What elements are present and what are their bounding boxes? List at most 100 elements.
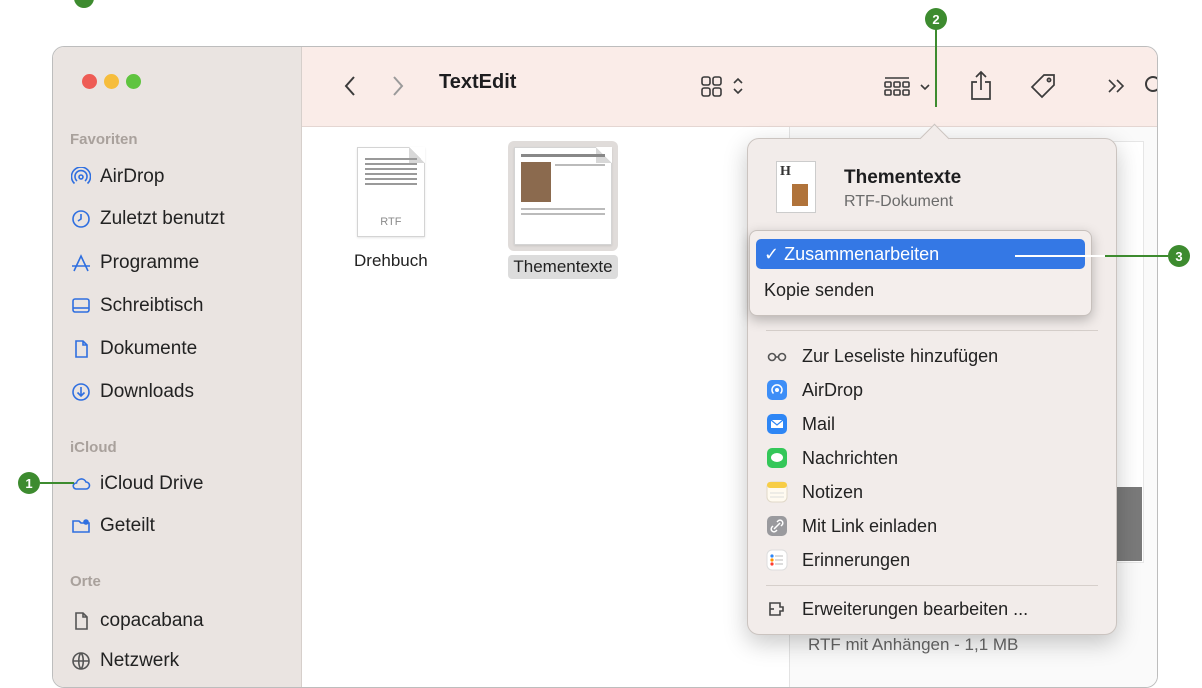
sidebar-item-label: Programme <box>100 252 200 273</box>
sidebar-item-label: Zuletzt benutzt <box>100 208 225 229</box>
menu-item-notizen[interactable]: Notizen <box>766 477 863 507</box>
menu-item-erweiterungen[interactable]: Erweiterungen bearbeiten ... <box>766 594 1028 624</box>
globe-icon <box>71 651 91 671</box>
menu-item-label: Erinnerungen <box>802 549 911 570</box>
shared-folder-icon <box>71 516 91 536</box>
reminders-icon <box>766 549 788 571</box>
caption-badge <box>74 0 94 9</box>
thumb-photo <box>521 162 551 202</box>
menu-item-mail[interactable]: Mail <box>766 409 835 439</box>
thumb-line <box>555 164 605 166</box>
sidebar-item-airdrop[interactable]: AirDrop <box>71 163 164 191</box>
document-icon <box>71 611 91 631</box>
toolbar: TextEdit <box>302 47 1157 127</box>
file-type-label: RTF <box>380 216 402 228</box>
menu-item-mit-link-einladen[interactable]: Mit Link einladen <box>766 511 937 541</box>
zoom-window-button[interactable] <box>126 74 141 89</box>
rtf-document-icon: RTF <box>356 147 425 237</box>
sidebar-item-label: AirDrop <box>100 166 165 187</box>
menu-item-leseliste[interactable]: Zur Leseliste hinzufügen <box>766 341 998 371</box>
sidebar-item-netzwerk[interactable]: Netzwerk <box>71 647 179 675</box>
mail-icon <box>766 413 788 435</box>
sidebar: Favoriten AirDrop Zuletzt benutzt Progra… <box>53 47 302 687</box>
reading-list-icon <box>766 345 788 367</box>
tag-icon <box>1030 74 1055 99</box>
menu-item-label: Notizen <box>802 481 864 502</box>
callout-line-2 <box>935 29 937 107</box>
shared-document-thumbnail: H <box>776 161 816 213</box>
sidebar-item-label: Schreibtisch <box>100 295 204 316</box>
file-thementexte[interactable]: Thementexte <box>508 141 618 279</box>
sidebar-section-favoriten: Favoriten <box>70 131 138 148</box>
menu-item-label: Zur Leseliste hinzufügen <box>802 345 999 366</box>
link-icon <box>766 515 788 537</box>
back-button[interactable] <box>338 71 362 101</box>
share-doc-type: RTF-Dokument <box>844 193 954 210</box>
share-menu: H Thementexte RTF-Dokument Zur Leseliste… <box>747 138 1117 635</box>
sidebar-item-label: copacabana <box>100 610 204 631</box>
sidebar-item-dokumente[interactable]: Dokumente <box>71 335 197 363</box>
sidebar-item-programme[interactable]: Programme <box>71 249 199 277</box>
airdrop-icon <box>766 379 788 401</box>
rtf-document-thumbnail-icon <box>514 147 612 245</box>
sidebar-section-icloud: iCloud <box>70 439 117 456</box>
callout-line-3-inner <box>1015 255 1105 257</box>
sidebar-item-copacabana[interactable]: copacabana <box>71 607 204 635</box>
menu-item-airdrop[interactable]: AirDrop <box>766 375 863 405</box>
extensions-icon <box>766 598 788 620</box>
menu-item-nachrichten[interactable]: Nachrichten <box>766 443 898 473</box>
menu-item-label: Mit Link einladen <box>802 515 938 536</box>
menu-separator <box>766 585 1098 586</box>
doc-lines <box>364 158 417 188</box>
sidebar-item-geteilt[interactable]: Geteilt <box>71 512 155 540</box>
share-doc-title: Thementexte <box>844 167 962 188</box>
menu-item-label: Mail <box>802 413 836 434</box>
double-chevron-icon <box>1108 79 1125 93</box>
group-by-button[interactable] <box>882 73 938 99</box>
download-icon <box>71 382 91 402</box>
sidebar-item-label: Geteilt <box>100 515 155 536</box>
menu-separator <box>766 330 1098 331</box>
submenu-item-zusammenarbeiten[interactable]: ✓ Zusammenarbeiten <box>756 239 1085 269</box>
more-toolbar-button[interactable] <box>1104 73 1130 99</box>
share-mode-submenu: ✓ Zusammenarbeiten Kopie senden <box>749 230 1092 316</box>
airdrop-icon <box>71 167 91 187</box>
thumb-picture <box>792 184 808 206</box>
sidebar-item-label: Downloads <box>100 381 194 402</box>
grid-view-icon <box>701 76 743 97</box>
view-mode-button[interactable] <box>698 73 752 99</box>
sidebar-item-zuletzt-benutzt[interactable]: Zuletzt benutzt <box>71 205 225 233</box>
messages-icon <box>766 447 788 469</box>
sidebar-item-downloads[interactable]: Downloads <box>71 378 194 406</box>
file-icon-wrap: RTF <box>356 147 425 237</box>
clock-icon <box>71 209 91 229</box>
chevron-left-icon <box>344 76 355 96</box>
desktop-icon <box>71 296 91 316</box>
thumb-line <box>521 208 605 210</box>
file-name: Drehbuch <box>354 251 428 270</box>
menu-item-erinnerungen[interactable]: Erinnerungen <box>766 545 910 575</box>
sidebar-item-label: iCloud Drive <box>100 473 204 494</box>
sidebar-item-label: Dokumente <box>100 338 198 359</box>
group-icon <box>884 77 930 96</box>
forward-button[interactable] <box>386 71 410 101</box>
minimize-window-button[interactable] <box>104 74 119 89</box>
submenu-item-kopie-senden[interactable]: Kopie senden <box>756 275 1085 305</box>
thumb-initial: H <box>780 164 791 179</box>
sidebar-item-icloud-drive[interactable]: iCloud Drive <box>71 470 203 498</box>
sidebar-item-schreibtisch[interactable]: Schreibtisch <box>71 292 204 320</box>
file-icon-wrap <box>508 141 618 251</box>
cloud-icon <box>71 474 91 494</box>
annotation-badge-2: 2 <box>925 8 947 30</box>
search-icon <box>1145 76 1157 92</box>
close-window-button[interactable] <box>82 74 97 89</box>
window-title: TextEdit <box>439 71 517 93</box>
thumb-line <box>521 213 605 215</box>
file-drehbuch[interactable]: RTF Drehbuch <box>349 147 433 273</box>
share-button[interactable] <box>966 67 996 103</box>
document-icon <box>71 339 91 359</box>
tag-button[interactable] <box>1026 71 1060 101</box>
thumb-heading <box>521 154 605 157</box>
search-button[interactable] <box>1140 71 1157 101</box>
preview-file-info: RTF mit Anhängen - 1,1 MB <box>808 635 1019 654</box>
